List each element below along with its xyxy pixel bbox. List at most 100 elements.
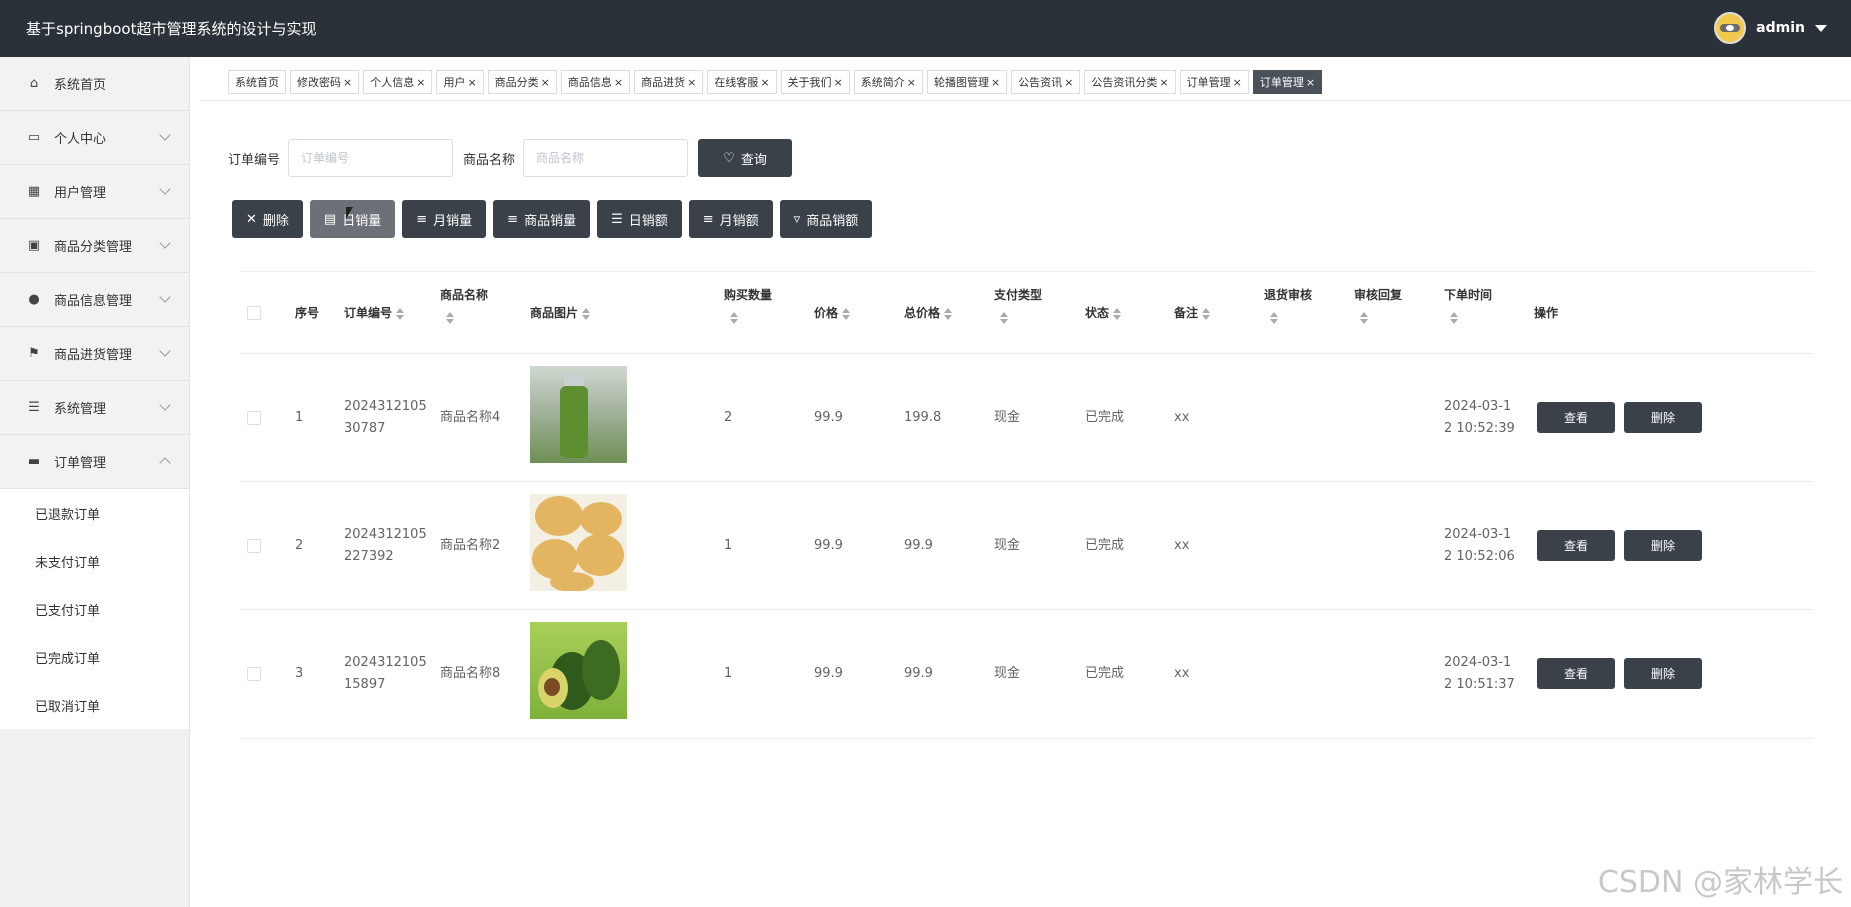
sort-icon[interactable] — [1360, 311, 1368, 324]
submenu-refunded[interactable]: 已退款订单 — [0, 489, 189, 537]
header-status[interactable]: 状态 — [1085, 302, 1122, 324]
tab-news-category[interactable]: 公告资讯分类 × — [1084, 70, 1176, 94]
view-button[interactable]: 查看 — [1537, 658, 1615, 689]
sidebar-item-product-info[interactable]: ● 商品信息管理 — [0, 273, 189, 327]
sort-icon[interactable] — [1000, 311, 1008, 324]
sidebar-item-personal[interactable]: ▭ 个人中心 — [0, 111, 189, 165]
product-sales-amount-button[interactable]: ▿ 商品销额 — [779, 200, 873, 238]
sort-icon[interactable] — [1270, 311, 1278, 324]
close-icon[interactable]: × — [687, 76, 696, 89]
user-menu[interactable]: admin — [1714, 12, 1827, 44]
header-remark[interactable]: 备注 — [1174, 302, 1211, 324]
tab-user[interactable]: 用户 × — [436, 70, 484, 94]
sort-icon[interactable] — [944, 307, 953, 320]
row-checkbox[interactable] — [247, 539, 261, 553]
row-checkbox[interactable] — [247, 667, 261, 681]
tab-orders-active[interactable]: 订单管理 × — [1252, 70, 1323, 94]
header-label: 总价格 — [904, 306, 941, 320]
row-product-name: 商品名称8 — [440, 666, 501, 681]
close-icon[interactable]: × — [760, 76, 769, 89]
daily-sales-amount-button[interactable]: ☰ 日销额 — [597, 200, 682, 238]
sidebar-item-system[interactable]: ☰ 系统管理 — [0, 381, 189, 435]
close-icon[interactable]: × — [907, 76, 916, 89]
close-icon[interactable]: × — [614, 76, 623, 89]
sort-icon[interactable] — [1202, 307, 1211, 320]
product-name-input[interactable] — [523, 139, 689, 177]
close-icon[interactable]: × — [1306, 76, 1315, 89]
close-icon[interactable]: × — [467, 76, 476, 89]
sort-icon[interactable] — [582, 307, 591, 320]
order-no-input[interactable] — [288, 139, 454, 177]
select-all-checkbox[interactable] — [247, 306, 261, 320]
tab-system-intro[interactable]: 系统简介 × — [853, 70, 923, 94]
sort-icon[interactable] — [446, 311, 454, 324]
chevron-up-icon — [159, 457, 171, 469]
sidebar-item-orders[interactable]: ▬ 订单管理 — [0, 435, 189, 489]
bulk-delete-button[interactable]: ✕ 删除 — [232, 200, 303, 238]
product-sales-qty-button[interactable]: ≡ 商品销量 — [493, 200, 591, 238]
sidebar-item-purchase[interactable]: ⚑ 商品进货管理 — [0, 327, 189, 381]
delete-button[interactable]: 删除 — [1624, 530, 1702, 561]
delete-button[interactable]: 删除 — [1624, 402, 1702, 433]
tab-news[interactable]: 公告资讯 × — [1011, 70, 1081, 94]
tab-about[interactable]: 关于我们 × — [780, 70, 850, 94]
username[interactable]: admin — [1756, 20, 1805, 36]
row-checkbox[interactable] — [247, 411, 261, 425]
sort-icon[interactable] — [842, 307, 851, 320]
delete-button[interactable]: 删除 — [1624, 658, 1702, 689]
submenu-cancelled[interactable]: 已取消订单 — [0, 681, 189, 729]
tab-label: 在线客服 — [714, 76, 759, 89]
header-pay-type[interactable]: 支付类型 — [994, 284, 1054, 328]
close-icon[interactable]: × — [343, 76, 352, 89]
header-order-no[interactable]: 订单编号 — [344, 302, 405, 324]
submenu-completed[interactable]: 已完成订单 — [0, 633, 189, 681]
tab-personal-info[interactable]: 个人信息 × — [363, 70, 433, 94]
submenu-unpaid[interactable]: 未支付订单 — [0, 537, 189, 585]
header-quantity[interactable]: 购买数量 — [724, 284, 784, 328]
header-price[interactable]: 价格 — [814, 302, 851, 324]
tab-label: 关于我们 — [787, 76, 832, 89]
header-return-review[interactable]: 退货审核 — [1264, 284, 1324, 328]
tab-purchase[interactable]: 商品进货 × — [634, 70, 704, 94]
caret-down-icon[interactable] — [1815, 24, 1827, 32]
close-icon[interactable]: × — [1233, 76, 1242, 89]
chevron-down-icon — [159, 399, 171, 411]
order-no-line1: 2024312105 — [344, 655, 427, 670]
sidebar-item-category[interactable]: ▣ 商品分类管理 — [0, 219, 189, 273]
header-total[interactable]: 总价格 — [904, 302, 953, 324]
avatar[interactable] — [1714, 12, 1747, 44]
header-order-time[interactable]: 下单时间 — [1444, 284, 1504, 328]
monthly-sales-amount-button[interactable]: ≡ 月销额 — [688, 200, 773, 238]
sidebar-item-home[interactable]: ⌂ 系统首页 — [0, 57, 189, 111]
header-product-name[interactable]: 商品名称 — [440, 284, 500, 328]
close-icon[interactable]: × — [834, 76, 843, 89]
sort-icon[interactable] — [1450, 311, 1458, 324]
view-button[interactable]: 查看 — [1537, 402, 1615, 433]
sidebar-item-users[interactable]: ▦ 用户管理 — [0, 165, 189, 219]
close-icon[interactable]: × — [1064, 76, 1073, 89]
header-product-image[interactable]: 商品图片 — [530, 302, 591, 324]
row-price: 99.9 — [814, 410, 843, 425]
daily-sales-qty-button[interactable]: ▤ 日销量 — [309, 200, 396, 238]
sort-icon[interactable] — [396, 307, 405, 320]
submenu-paid[interactable]: 已支付订单 — [0, 585, 189, 633]
tab-orders[interactable]: 订单管理 × — [1179, 70, 1249, 94]
tab-change-password[interactable]: 修改密码 × — [290, 70, 360, 94]
tab-online-service[interactable]: 在线客服 × — [707, 70, 777, 94]
sidebar: ⌂ 系统首页 ▭ 个人中心 ▦ 用户管理 ▣ 商品分类管理 ● 商品信息管理 ⚑… — [0, 57, 190, 907]
query-button[interactable]: ♡ 查询 — [698, 139, 793, 177]
row-pay-type: 现金 — [994, 666, 1021, 681]
tab-category[interactable]: 商品分类 × — [487, 70, 557, 94]
sort-icon[interactable] — [1113, 307, 1122, 320]
tab-product-info[interactable]: 商品信息 × — [560, 70, 631, 94]
sort-icon[interactable] — [730, 311, 738, 324]
header-review-reply[interactable]: 审核回复 — [1354, 284, 1414, 328]
tab-carousel[interactable]: 轮播图管理 × — [926, 70, 1008, 94]
view-button[interactable]: 查看 — [1537, 530, 1615, 561]
tab-home[interactable]: 系统首页 — [228, 70, 286, 94]
monthly-sales-qty-button[interactable]: ≡ 月销量 — [402, 200, 487, 238]
close-icon[interactable]: × — [991, 76, 1000, 89]
close-icon[interactable]: × — [416, 76, 425, 89]
close-icon[interactable]: × — [1159, 76, 1168, 89]
close-icon[interactable]: × — [541, 76, 550, 89]
